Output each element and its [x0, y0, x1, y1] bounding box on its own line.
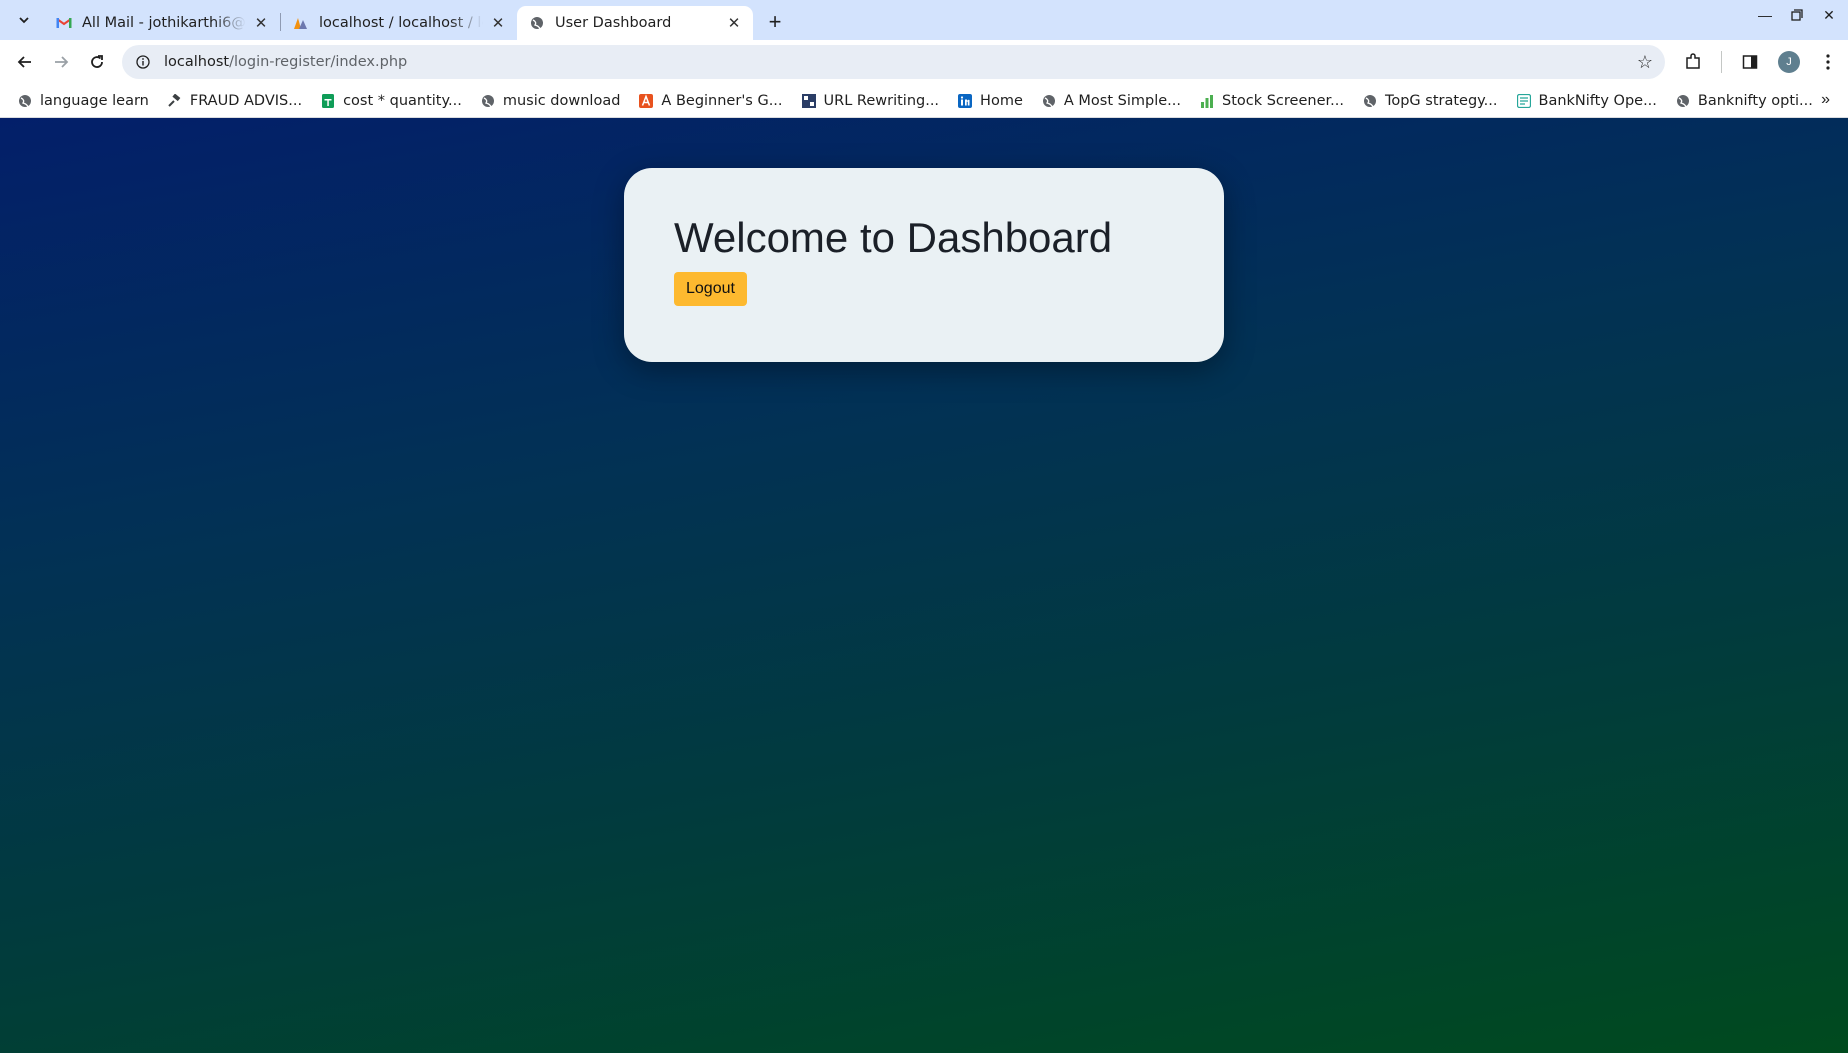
close-window-icon[interactable]: ✕ — [1820, 6, 1838, 24]
sheets-icon — [320, 93, 336, 109]
bookmark-label: cost * quantity... — [343, 92, 462, 109]
bookmark-label: BankNifty Ope... — [1538, 92, 1657, 109]
bookmark-label: A Beginner's G... — [661, 92, 783, 109]
minimize-icon[interactable]: — — [1756, 6, 1774, 24]
toolbar-divider — [1721, 51, 1722, 73]
bookmark-banknifty-opti[interactable]: Banknifty opti... — [1666, 93, 1822, 109]
url-text: localhost/login-register/index.php — [164, 54, 1637, 70]
globe-icon — [1675, 93, 1691, 109]
logout-button[interactable]: Logout — [674, 272, 747, 306]
address-bar[interactable]: localhost/login-register/index.php ☆ — [122, 45, 1665, 79]
bookmark-music-download[interactable]: music download — [471, 93, 630, 109]
tab-phpmyadmin[interactable]: localhost / localhost / login ✕ — [281, 6, 517, 40]
browser-toolbar: localhost/login-register/index.php ☆ J — [0, 40, 1848, 84]
window-controls: — ✕ — [1756, 6, 1838, 24]
bookmark-fraud-advis[interactable]: FRAUD ADVIS... — [158, 93, 311, 109]
bookmark-label: language learn — [40, 92, 149, 109]
bookmark-beginners-guide[interactable]: A Beginner's G... — [629, 93, 791, 109]
url-path: /login-register/index.php — [229, 54, 408, 70]
browser-window: All Mail - jothikarthi6@gmail.com ✕ loca… — [0, 0, 1848, 1053]
back-arrow-icon[interactable] — [8, 45, 42, 79]
site-icon — [801, 93, 817, 109]
bookmark-cost-quantity[interactable]: cost * quantity... — [311, 93, 471, 109]
profile-avatar[interactable]: J — [1778, 51, 1800, 73]
globe-icon — [529, 15, 545, 31]
bookmark-label: TopG strategy... — [1384, 92, 1498, 109]
menu-kebab-icon[interactable] — [1816, 50, 1840, 74]
page-viewport: Welcome to Dashboard Logout — [0, 118, 1848, 1053]
gmail-icon — [56, 15, 72, 31]
forward-arrow-icon[interactable] — [44, 45, 78, 79]
globe-icon — [1362, 93, 1378, 109]
bookmark-label: music download — [502, 92, 621, 109]
bookmark-label: Banknifty opti... — [1697, 92, 1813, 109]
tab-title: User Dashboard — [555, 15, 672, 31]
more-bookmarks-chevron-icon[interactable]: » — [1821, 91, 1830, 109]
tab-title: All Mail - jothikarthi6@gmail.com — [82, 15, 246, 31]
dashboard-card: Welcome to Dashboard Logout — [624, 168, 1224, 362]
bookmark-url-rewriting[interactable]: URL Rewriting... — [792, 93, 949, 109]
a-icon — [638, 93, 654, 109]
tab-title: localhost / localhost / login — [319, 15, 483, 31]
tab-strip: All Mail - jothikarthi6@gmail.com ✕ loca… — [0, 0, 1848, 40]
tab-search-chevron-icon[interactable] — [12, 8, 36, 32]
close-icon[interactable]: ✕ — [489, 14, 507, 32]
bookmark-home[interactable]: Home — [948, 93, 1032, 109]
globe-icon — [480, 93, 496, 109]
bookmark-label: URL Rewriting... — [823, 92, 940, 109]
linkedin-icon — [957, 93, 973, 109]
bookmark-star-icon[interactable]: ☆ — [1637, 52, 1653, 73]
url-host: localhost — [164, 54, 230, 70]
close-icon[interactable]: ✕ — [725, 14, 743, 32]
globe-icon — [1041, 93, 1057, 109]
page-title: Welcome to Dashboard — [674, 214, 1113, 261]
bookmark-language-learn[interactable]: language learn — [8, 93, 158, 109]
bookmark-topg-strategy[interactable]: TopG strategy... — [1353, 93, 1507, 109]
restore-icon[interactable] — [1788, 6, 1806, 24]
tab-gmail[interactable]: All Mail - jothikarthi6@gmail.com ✕ — [44, 6, 280, 40]
bookmarks-bar: language learn FRAUD ADVIS... cost * qua… — [0, 84, 1848, 118]
extensions-puzzle-icon[interactable] — [1681, 50, 1705, 74]
phpmyadmin-icon — [293, 15, 309, 31]
tab-user-dashboard[interactable]: User Dashboard ✕ — [517, 6, 753, 40]
globe-icon — [17, 93, 33, 109]
close-icon[interactable]: ✕ — [252, 14, 270, 32]
side-panel-icon[interactable] — [1738, 50, 1762, 74]
bookmark-most-simple[interactable]: A Most Simple... — [1032, 93, 1190, 109]
bookmark-label: A Most Simple... — [1063, 92, 1181, 109]
reload-icon[interactable] — [80, 45, 114, 79]
bookmark-label: FRAUD ADVIS... — [189, 92, 303, 109]
toolbar-actions: J — [1681, 50, 1840, 74]
bookmark-stock-screener[interactable]: Stock Screener... — [1190, 93, 1353, 109]
site-icon — [1516, 93, 1532, 109]
site-info-icon[interactable] — [134, 53, 152, 71]
bookmark-label: Home — [980, 92, 1023, 109]
bookmark-label: Stock Screener... — [1221, 92, 1344, 109]
bookmark-banknifty-ope[interactable]: BankNifty Ope... — [1507, 93, 1666, 109]
chart-icon — [1199, 93, 1215, 109]
gavel-icon — [167, 93, 183, 109]
new-tab-plus-icon[interactable]: + — [761, 8, 789, 36]
